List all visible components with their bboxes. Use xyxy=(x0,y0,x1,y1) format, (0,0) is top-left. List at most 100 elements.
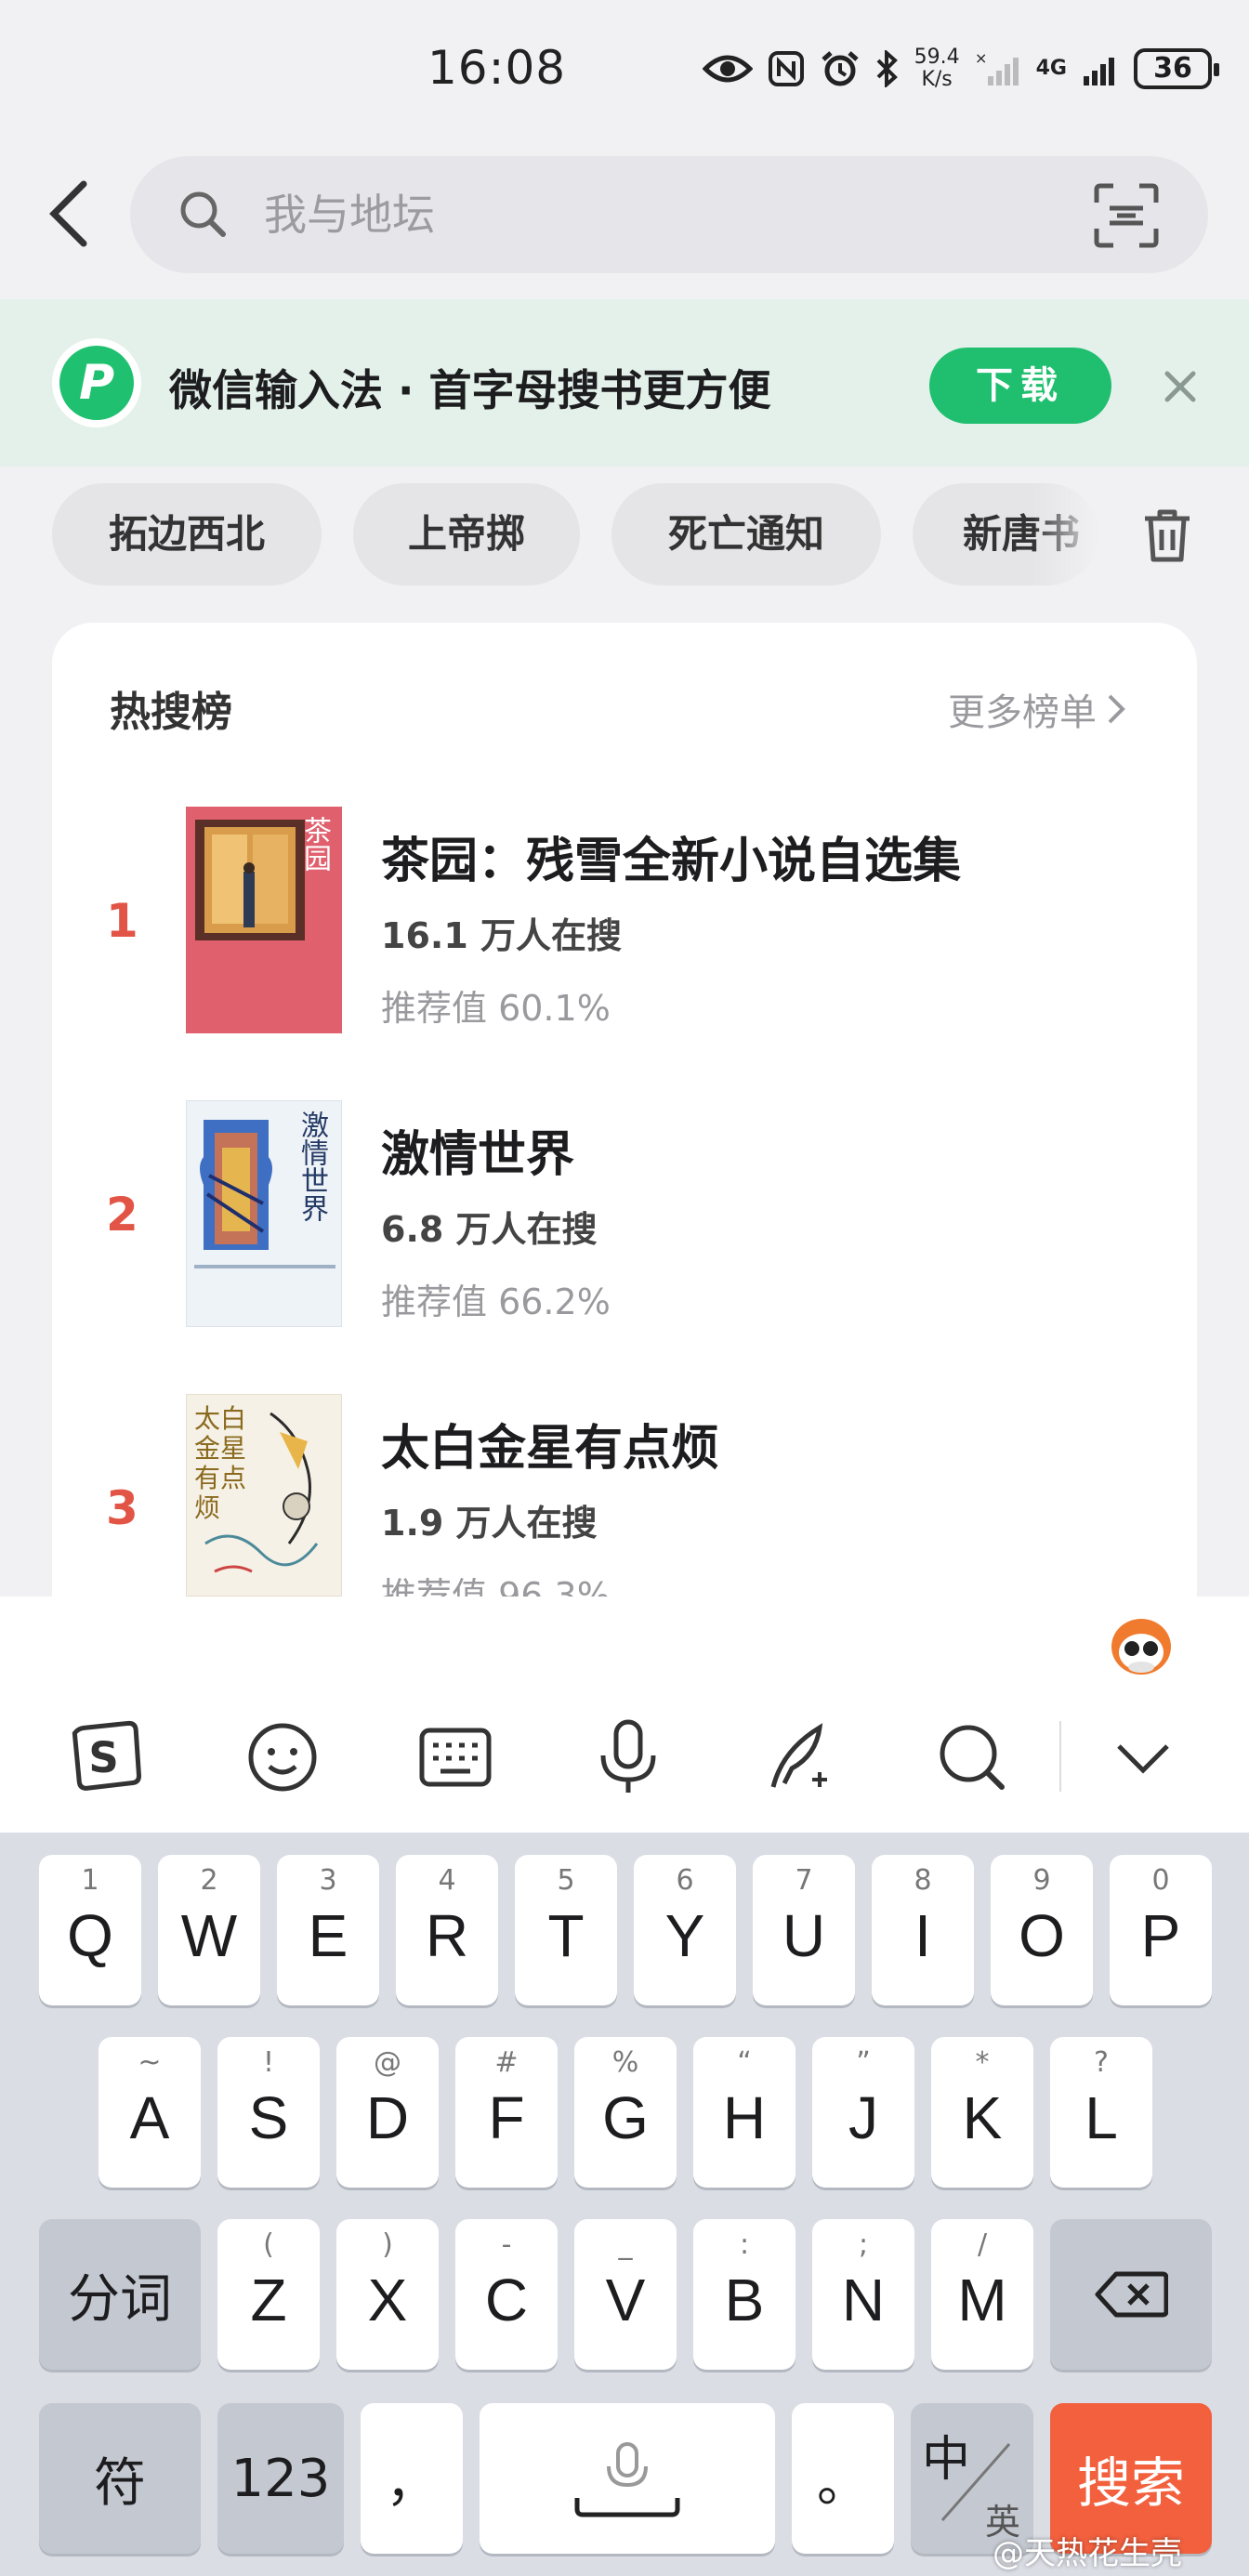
key-u[interactable]: 7U xyxy=(753,1855,855,2005)
key-letter: W xyxy=(180,1902,238,1969)
history-chip[interactable]: 新唐书 xyxy=(913,483,1098,585)
emoji-button[interactable] xyxy=(245,1715,320,1799)
net-speed: 59.4 K/s xyxy=(914,46,960,91)
key-q[interactable]: 1Q xyxy=(39,1855,141,2005)
clear-history-button[interactable] xyxy=(1141,507,1193,563)
history-chip[interactable]: 死亡通知 xyxy=(611,483,881,585)
symbol-key[interactable]: 符 xyxy=(39,2403,201,2554)
comma-key[interactable]: ， xyxy=(361,2403,463,2554)
ime-search-button[interactable] xyxy=(935,1715,1009,1799)
signal-sim1-icon: × xyxy=(975,50,1019,85)
key-d[interactable]: @ D xyxy=(336,2037,439,2188)
close-icon xyxy=(1164,371,1196,402)
banner-close-button[interactable] xyxy=(1158,364,1203,409)
search-input[interactable] xyxy=(264,182,1026,247)
key-m[interactable]: / M xyxy=(931,2219,1033,2370)
key-f[interactable]: # F xyxy=(455,2037,558,2188)
cover-title: 茶园 xyxy=(298,816,331,872)
key-letter: F xyxy=(488,2084,525,2151)
key-letter: S xyxy=(248,2084,289,2151)
backspace-key[interactable] xyxy=(1050,2219,1212,2370)
key-hint: ; xyxy=(858,2228,869,2261)
key-y[interactable]: 6Y xyxy=(634,1855,736,2005)
key-letter: V xyxy=(605,2267,646,2333)
key-e[interactable]: 3E xyxy=(277,1855,379,2005)
handwriting-button[interactable] xyxy=(764,1715,838,1799)
status-icons: 59.4 K/s × 4G 36 xyxy=(702,46,1219,91)
key-s[interactable]: ! S xyxy=(217,2037,320,2188)
key-k[interactable]: * K xyxy=(931,2037,1033,2188)
key-letter: J xyxy=(848,2084,878,2151)
key-v[interactable]: _ V xyxy=(574,2219,677,2370)
svg-text:×: × xyxy=(975,50,987,67)
more-lists-link[interactable]: 更多榜单 xyxy=(948,682,1126,736)
key-w[interactable]: 2W xyxy=(158,1855,260,2005)
book-recommend: 推荐值 66.2% xyxy=(381,1281,611,1322)
trash-icon xyxy=(1145,509,1190,562)
key-letter: I xyxy=(914,1902,931,1969)
key-r[interactable]: 4R xyxy=(396,1855,498,2005)
key-hint: 7 xyxy=(795,1864,813,1897)
hide-keyboard-button[interactable] xyxy=(1106,1715,1180,1799)
key-label: 123 xyxy=(230,2448,331,2509)
key-g[interactable]: % G xyxy=(574,2037,677,2188)
key-label: 符 xyxy=(94,2452,146,2514)
watermark: @天热花生壳 xyxy=(993,2535,1182,2572)
period-key[interactable]: 。 xyxy=(792,2403,894,2554)
key-letter: G xyxy=(602,2084,649,2151)
number-key[interactable]: 123 xyxy=(217,2403,344,2554)
sogou-logo-button[interactable]: S xyxy=(67,1715,141,1799)
key-z[interactable]: (Z xyxy=(217,2219,320,2370)
key-hint: ( xyxy=(263,2228,274,2261)
svg-text:S: S xyxy=(88,1733,118,1782)
history-chip[interactable]: 上帝掷 xyxy=(353,483,580,585)
key-letter: T xyxy=(547,1902,585,1969)
wechat-ime-logo: P xyxy=(52,338,141,427)
key-hint: “ xyxy=(737,2046,752,2079)
status-time: 16:08 xyxy=(427,41,567,95)
segment-key[interactable]: 分词 xyxy=(39,2219,201,2370)
nfc-icon xyxy=(768,51,804,86)
key-a[interactable]: ~ A xyxy=(99,2037,201,2188)
toolbar-divider xyxy=(1059,1721,1061,1792)
key-l[interactable]: ? L xyxy=(1050,2037,1152,2188)
keyboard-icon xyxy=(419,1728,492,1787)
key-letter: H xyxy=(722,2084,767,2151)
microphone-icon xyxy=(600,1719,656,1793)
key-n[interactable]: ; N xyxy=(812,2219,914,2370)
download-button[interactable]: 下载 xyxy=(929,348,1111,424)
key-hint: % xyxy=(611,2046,639,2079)
key-p[interactable]: 0P xyxy=(1110,1855,1212,2005)
key-o[interactable]: 9O xyxy=(991,1855,1093,2005)
key-letter: Y xyxy=(664,1902,705,1969)
book-title: 太白金星有点烦 xyxy=(381,1421,720,1477)
key-hint: - xyxy=(501,2228,512,2261)
space-mic-icon xyxy=(574,2442,680,2517)
more-lists-label: 更多榜单 xyxy=(948,691,1097,734)
scan-button[interactable] xyxy=(1093,182,1160,249)
back-button[interactable] xyxy=(45,177,97,251)
key-letter: L xyxy=(1085,2084,1118,2151)
quill-pen-icon xyxy=(770,1723,827,1788)
key-b[interactable]: :B xyxy=(693,2219,795,2370)
key-t[interactable]: 5T xyxy=(515,1855,617,2005)
key-letter: B xyxy=(724,2267,765,2333)
battery-indicator: 36 xyxy=(1134,48,1219,89)
alarm-icon xyxy=(821,51,859,86)
key-label: 分词 xyxy=(68,2268,172,2330)
book-rank: 1 xyxy=(106,894,138,948)
voice-input-button[interactable] xyxy=(591,1715,665,1799)
key-c[interactable]: -C xyxy=(455,2219,558,2370)
chevron-right-icon xyxy=(1108,694,1125,724)
signal-sim2-icon xyxy=(1084,58,1114,85)
space-key[interactable] xyxy=(480,2403,775,2554)
ime-mascot[interactable] xyxy=(1106,1610,1177,1680)
keyboard-switch-button[interactable] xyxy=(418,1715,493,1799)
key-h[interactable]: “H xyxy=(693,2037,795,2188)
history-chip[interactable]: 拓边西北 xyxy=(52,483,322,585)
eye-icon xyxy=(702,55,753,83)
key-x[interactable]: ) X xyxy=(336,2219,439,2370)
key-i[interactable]: 8I xyxy=(872,1855,974,2005)
key-j[interactable]: ” J xyxy=(812,2037,914,2188)
emoji-icon xyxy=(248,1723,317,1792)
